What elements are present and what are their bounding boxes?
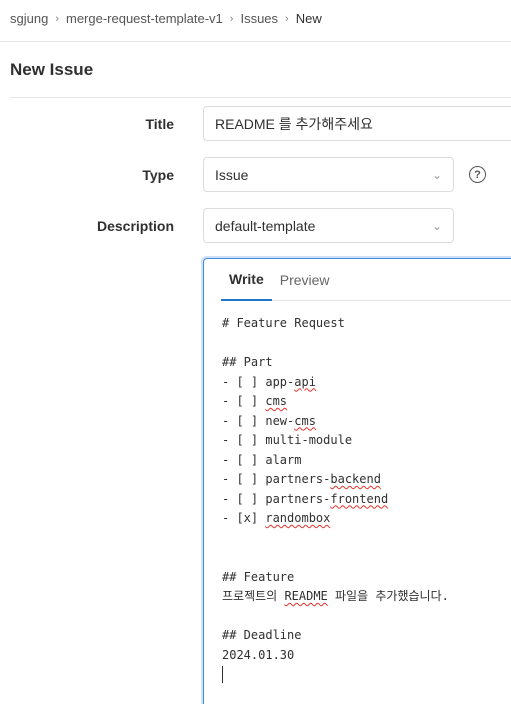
editor-line: - [ ] app-api — [222, 374, 316, 389]
editor-line — [222, 665, 449, 685]
description-textarea[interactable]: # Feature Request ## Part - [ ] app-api - [… — [222, 314, 449, 685]
editor-line: - [ ] cms — [222, 394, 288, 408]
breadcrumb-project[interactable]: merge-request-template-v1 — [66, 11, 223, 26]
spellcheck-word: cms — [265, 394, 288, 408]
spellcheck-word: api — [294, 374, 316, 389]
chevron-down-icon: ⌄ — [431, 167, 442, 182]
editor-line: ## Feature — [222, 569, 295, 584]
breadcrumb: sgjung › merge-request-template-v1 › Iss… — [10, 11, 322, 26]
editor-line: ## Deadline — [222, 628, 302, 642]
editor-line: - [ ] partners-backend — [222, 472, 381, 486]
editor-line: # Feature Request — [222, 316, 345, 330]
editor-line: 프로젝트의 README 파일을 추가했습니다. — [222, 589, 449, 603]
editor-line: 2024.01.30 — [222, 647, 295, 662]
template-select[interactable]: default-template ⌄ — [203, 208, 454, 243]
spellcheck-word: randombox — [265, 511, 331, 525]
title-input-value: README 를 추가해주세요 — [215, 115, 373, 132]
header-divider — [0, 41, 511, 42]
editor-line: ## Part — [222, 355, 273, 369]
editor-line: - [ ] alarm — [222, 452, 302, 467]
spellcheck-word: README — [284, 589, 328, 603]
editor-line: - [ ] new-cms — [222, 413, 316, 428]
title-label: Title — [145, 116, 174, 132]
chevron-right-icon: › — [55, 12, 59, 25]
breadcrumb-current[interactable]: New — [296, 11, 322, 26]
spellcheck-word: cms — [294, 413, 316, 428]
breadcrumb-user[interactable]: sgjung — [10, 11, 48, 26]
chevron-right-icon: › — [285, 12, 289, 25]
tab-write[interactable]: Write — [221, 259, 272, 301]
title-divider — [10, 97, 511, 98]
type-select[interactable]: Issue ⌄ — [203, 157, 454, 192]
text-caret — [222, 666, 223, 683]
type-select-value: Issue — [215, 166, 249, 183]
type-label: Type — [142, 167, 174, 183]
chevron-down-icon: ⌄ — [431, 218, 442, 233]
spellcheck-word: backend — [330, 472, 381, 486]
spellcheck-word: frontend — [330, 491, 389, 506]
breadcrumb-issues[interactable]: Issues — [240, 11, 278, 26]
tab-preview[interactable]: Preview — [272, 259, 338, 301]
editor-line: - [x] randombox — [222, 511, 331, 525]
editor-line: - [ ] partners-frontend — [222, 491, 389, 506]
description-label: Description — [96, 218, 174, 234]
chevron-right-icon: › — [229, 12, 234, 25]
description-editor[interactable]: Write Preview # Feature Request ## Part - … — [203, 258, 511, 704]
editor-line: - [ ] multi-module — [222, 433, 353, 447]
help-icon[interactable]: ? — [469, 166, 486, 183]
page-title: New Issue — [10, 60, 94, 79]
title-input[interactable]: README 를 추가해주세요 — [203, 106, 511, 141]
template-select-value: default-template — [215, 217, 316, 234]
editor-tabs: Write Preview — [221, 259, 511, 301]
